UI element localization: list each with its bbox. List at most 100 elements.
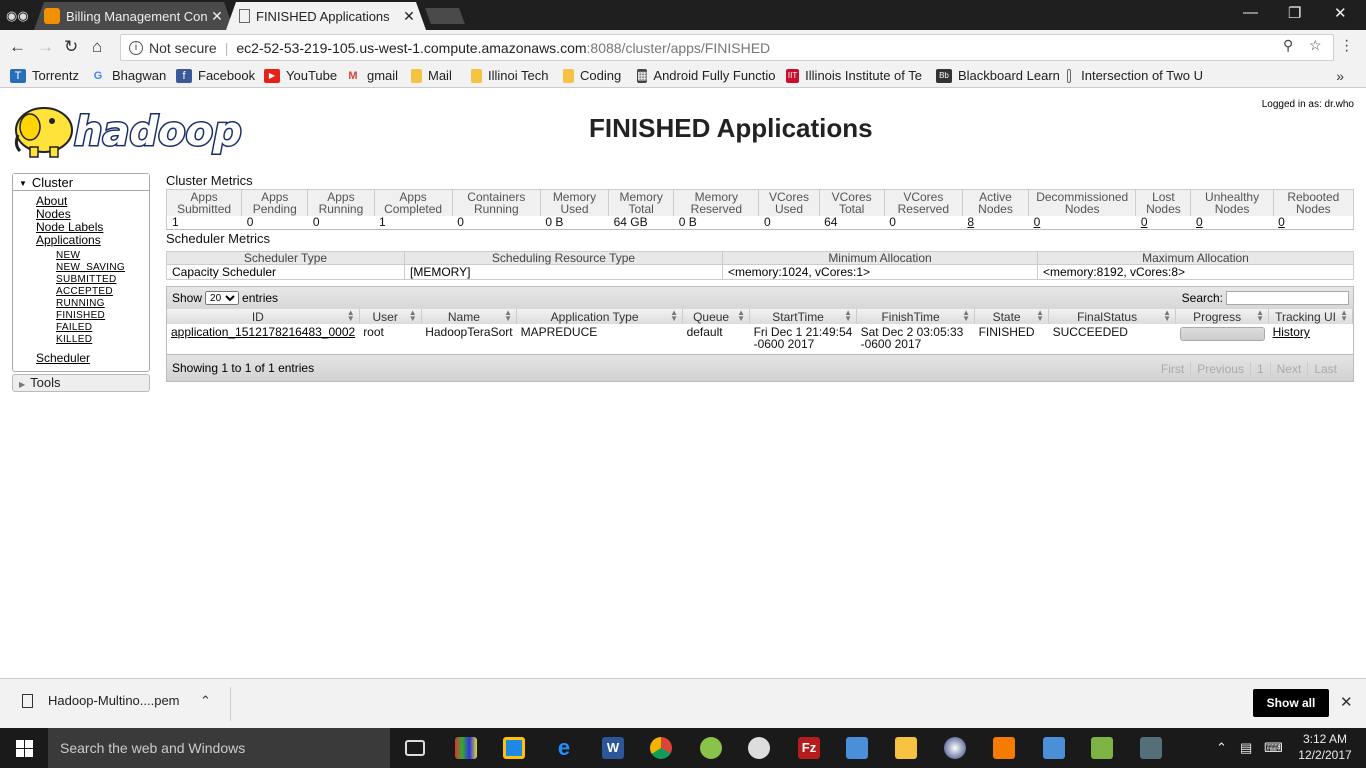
address-bar[interactable]: i Not secure | ec2-52-53-219-105.us-west… [120,34,1334,61]
edge-icon[interactable]: e [553,737,575,759]
windows-start-icon[interactable] [16,740,33,757]
scheduler-cell: <memory:1024, vCores:1> [722,264,1038,280]
close-download-bar-icon[interactable]: ✕ [1340,693,1353,711]
metric-value: 64 GB [608,216,674,230]
bookmark-item[interactable]: f Facebook [176,68,255,83]
notepad-plus-icon[interactable] [1091,737,1113,759]
app-state-new-saving[interactable]: NEW_SAVING [56,262,149,274]
metric-value[interactable]: 0 [1028,216,1136,230]
close-tab-icon[interactable]: ✕ [402,8,416,25]
history-link[interactable]: History [1273,325,1310,339]
app-state-submitted[interactable]: SUBMITTED [56,274,149,286]
new-tab-button[interactable] [425,8,465,24]
more-bookmarks-icon[interactable]: » [1336,68,1344,84]
home-icon[interactable]: ⌂ [92,37,102,57]
download-item[interactable]: Hadoop-Multino....pem [22,693,180,708]
menu-icon[interactable]: · · · [1344,33,1349,59]
sidebar-link-scheduler[interactable]: Scheduler [36,352,149,365]
app-state-finished[interactable]: FINISHED [56,310,149,322]
column-header-finishtime[interactable]: FinishTime ▲ ▼ [856,309,976,324]
window-close-icon[interactable]: ✕ [1334,4,1347,22]
bookmark-item[interactable]: ▦ Android Fully Functio [637,68,775,83]
pdf-app-icon[interactable] [993,737,1015,759]
bookmark-item[interactable]: Mgmail [345,68,398,83]
tab-finished-applications[interactable]: FINISHED Applications ✕ [226,2,426,30]
tab-billing[interactable]: Billing Management Con ✕ [34,2,234,30]
bookmark-item[interactable]: T Torrentz [10,68,79,83]
sidebar-link-applications[interactable]: Applications [36,234,149,247]
bookmark-item[interactable]: ▶ YouTube [264,68,337,83]
forward-icon[interactable]: → [37,37,54,57]
show-all-button[interactable]: Show all [1253,689,1329,717]
column-header-id[interactable]: ID ▲ ▼ [167,309,360,324]
pager-next[interactable]: Next [1269,362,1308,376]
column-header-tracking[interactable]: Tracking UI ▲ ▼ [1268,309,1353,324]
page-size-select[interactable]: 20 [205,291,240,305]
zoom-icon[interactable]: ⚲ [1283,37,1293,54]
column-header-queue[interactable]: Queue ▲ ▼ [682,309,751,324]
bookmark-item[interactable]: IIT Illinois Institute of Te [786,68,922,83]
bookmark-star-icon[interactable]: ☆ [1309,37,1322,54]
info-icon[interactable]: i [129,40,143,55]
metric-value[interactable]: 0 [1135,216,1191,230]
taskbar-search-box[interactable]: Search the web and Windows [48,728,390,768]
pager-previous[interactable]: Previous [1190,362,1250,376]
pager-page-1[interactable]: 1 [1249,362,1270,376]
metric-value[interactable]: 0 [1190,216,1274,230]
vpn-icon[interactable] [1140,737,1162,759]
winrar-icon[interactable] [455,737,477,759]
app-id-link[interactable]: application_1512178216483_0002 [171,325,355,339]
app-state-failed[interactable]: FAILED [56,322,149,334]
close-tab-icon[interactable]: ✕ [210,8,224,25]
eclipse-icon[interactable] [944,737,966,759]
metric-header: Apps Submitted [166,189,243,216]
app-state-killed[interactable]: KILLED [56,334,149,346]
column-header-state[interactable]: State ▲ ▼ [974,309,1050,324]
column-header-type[interactable]: Application Type ▲ ▼ [516,309,684,324]
bookmark-item[interactable]: G Bhagwan [90,68,167,83]
keyboard-icon[interactable]: ⌨ [1264,740,1283,756]
bookmark-item[interactable]: Illinoi Tech [471,68,548,83]
pager-first[interactable]: First [1155,362,1190,376]
task-view-icon[interactable] [405,740,425,756]
starttime-line: -0600 2017 [753,337,815,351]
column-header-starttime[interactable]: StartTime ▲ ▼ [749,309,858,324]
search-input[interactable] [1226,291,1349,305]
clock[interactable]: 3:12 AM 12/2/2017 [1296,731,1354,763]
metric-value[interactable]: 8 [962,216,1029,230]
back-icon[interactable]: ← [9,37,26,57]
app-state-new[interactable]: NEW [56,250,149,262]
column-header-name[interactable]: Name ▲ ▼ [421,309,518,324]
word-icon[interactable]: W [602,737,624,759]
reload-icon[interactable]: ↻ [64,37,78,57]
bookmark-item[interactable]: Coding [563,68,621,83]
hadoop-logo[interactable]: hadoop [12,97,254,161]
column-label: FinalStatus [1077,309,1138,324]
android-studio-icon[interactable] [700,737,722,759]
filezilla-icon[interactable]: Fz [798,737,820,759]
pager-last[interactable]: Last [1307,362,1343,376]
download-bar: Hadoop-Multino....pem ⌃ Show all ✕ [0,678,1366,728]
restore-icon[interactable]: ❐ [1288,4,1301,22]
putty-icon[interactable] [1043,737,1065,759]
bookmark-item[interactable]: Mail [411,68,452,83]
app-state-running[interactable]: RUNNING [56,298,149,310]
file-explorer-icon[interactable] [895,737,917,759]
bookmark-item[interactable]: Bb Blackboard Learn [936,68,1060,83]
tools-section[interactable]: ▶ Tools [12,374,150,392]
cluster-header[interactable]: ▼ Cluster [13,174,149,191]
chevron-up-icon[interactable]: ⌃ [200,693,211,709]
chevron-up-icon[interactable]: ⌃ [1216,740,1227,756]
minimize-icon[interactable]: — [1243,4,1258,21]
putty-gen-icon[interactable] [748,737,770,759]
bookmark-item[interactable]: Intersection of Two U [1067,68,1203,83]
app-state-accepted[interactable]: ACCEPTED [56,286,149,298]
store-icon[interactable] [503,737,525,759]
action-center-icon[interactable]: ▤ [1240,740,1252,756]
chrome-icon[interactable] [650,737,672,759]
column-header-progress[interactable]: Progress ▲ ▼ [1175,309,1270,324]
putty-icon[interactable] [846,737,868,759]
column-header-finalstatus[interactable]: FinalStatus ▲ ▼ [1048,309,1177,324]
metric-value[interactable]: 0 [1273,216,1354,230]
column-header-user[interactable]: User ▲ ▼ [359,309,422,324]
